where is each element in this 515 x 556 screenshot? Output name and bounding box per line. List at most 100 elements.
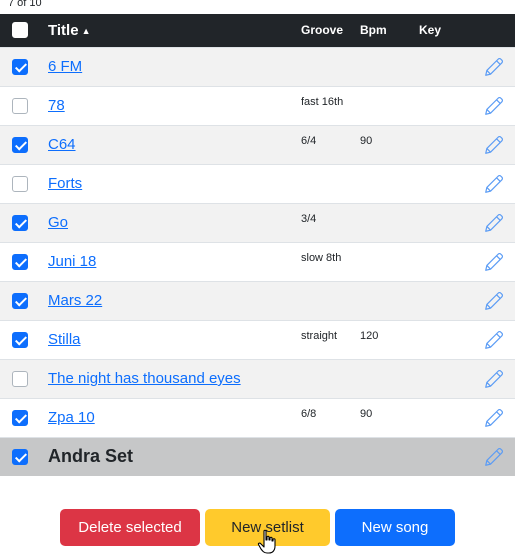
row-groove: straight bbox=[301, 329, 338, 342]
songs-page: 7 of 10 Title ▲ Groove Bpm Key 6 FM 78 fast… bbox=[0, 0, 515, 556]
song-title-link[interactable]: Juni 18 bbox=[48, 253, 96, 270]
row-edit-cell bbox=[473, 203, 515, 242]
row-title-cell: C64 bbox=[40, 125, 293, 164]
row-bpm: 90 bbox=[360, 407, 373, 420]
table-row: C64 6/4 90 bbox=[0, 125, 515, 164]
row-select-cell bbox=[0, 281, 40, 320]
row-key bbox=[411, 86, 473, 125]
set-title: Andra Set bbox=[48, 446, 134, 467]
pencil-icon[interactable] bbox=[483, 173, 505, 195]
pencil-icon[interactable] bbox=[483, 251, 505, 273]
column-header-edit bbox=[473, 14, 515, 47]
row-bpm: 90 bbox=[360, 134, 373, 147]
sort-ascending-icon: ▲ bbox=[81, 25, 91, 36]
row-select-cell bbox=[0, 47, 40, 86]
pencil-icon[interactable] bbox=[483, 329, 505, 351]
row-bpm: 120 bbox=[360, 329, 379, 342]
table-row: Zpa 10 6/8 90 bbox=[0, 398, 515, 437]
table-row: Forts bbox=[0, 164, 515, 203]
select-all-checkbox[interactable] bbox=[12, 22, 28, 39]
table-row: Go 3/4 bbox=[0, 203, 515, 242]
pencil-icon[interactable] bbox=[483, 446, 505, 468]
table-row: Stilla straight 120 bbox=[0, 320, 515, 359]
set-title-cell: Andra Set bbox=[40, 437, 473, 476]
set-select-cell bbox=[0, 437, 40, 476]
new-setlist-button[interactable]: New setlist bbox=[205, 509, 330, 546]
song-title-link[interactable]: 78 bbox=[48, 97, 65, 114]
row-checkbox[interactable] bbox=[12, 215, 28, 232]
row-checkbox[interactable] bbox=[12, 254, 28, 271]
songs-table: Title ▲ Groove Bpm Key 6 FM 78 fast 16th C64… bbox=[0, 14, 515, 476]
row-title-cell: The night has thousand eyes bbox=[40, 359, 293, 398]
row-select-cell bbox=[0, 398, 40, 437]
row-groove bbox=[293, 47, 352, 86]
row-groove bbox=[293, 164, 352, 203]
row-edit-cell bbox=[473, 47, 515, 86]
row-title-cell: 6 FM bbox=[40, 47, 293, 86]
row-edit-cell bbox=[473, 398, 515, 437]
song-title-link[interactable]: 6 FM bbox=[48, 58, 82, 75]
table-row: 78 fast 16th bbox=[0, 86, 515, 125]
pencil-icon[interactable] bbox=[483, 290, 505, 312]
row-bpm bbox=[352, 359, 411, 398]
row-title-cell: Stilla bbox=[40, 320, 293, 359]
row-select-cell bbox=[0, 86, 40, 125]
set-checkbox[interactable] bbox=[12, 449, 28, 466]
row-edit-cell bbox=[473, 86, 515, 125]
row-bpm bbox=[352, 47, 411, 86]
pencil-icon[interactable] bbox=[483, 56, 505, 78]
row-checkbox[interactable] bbox=[12, 137, 28, 154]
row-edit-cell bbox=[473, 125, 515, 164]
column-header-title-label: Title bbox=[48, 21, 79, 39]
row-edit-cell bbox=[473, 164, 515, 203]
row-bpm bbox=[352, 86, 411, 125]
column-header-title[interactable]: Title ▲ bbox=[40, 14, 293, 47]
pencil-icon[interactable] bbox=[483, 407, 505, 429]
row-key bbox=[411, 47, 473, 86]
song-title-link[interactable]: Go bbox=[48, 214, 68, 231]
row-select-cell bbox=[0, 320, 40, 359]
row-checkbox[interactable] bbox=[12, 332, 28, 349]
set-row: Andra Set bbox=[0, 437, 515, 476]
row-checkbox[interactable] bbox=[12, 59, 28, 76]
row-title-cell: 78 bbox=[40, 86, 293, 125]
selected-count: 7 of 10 bbox=[8, 0, 42, 9]
row-key bbox=[411, 164, 473, 203]
row-checkbox[interactable] bbox=[12, 410, 28, 427]
song-title-link[interactable]: Zpa 10 bbox=[48, 409, 95, 426]
row-groove: fast 16th bbox=[301, 95, 344, 108]
row-select-cell bbox=[0, 242, 40, 281]
song-title-link[interactable]: The night has thousand eyes bbox=[48, 370, 241, 387]
song-title-link[interactable]: Mars 22 bbox=[48, 292, 102, 309]
pencil-icon[interactable] bbox=[483, 95, 505, 117]
column-header-bpm[interactable]: Bpm bbox=[352, 14, 411, 47]
row-checkbox[interactable] bbox=[12, 176, 28, 193]
row-checkbox[interactable] bbox=[12, 293, 28, 310]
row-select-cell bbox=[0, 203, 40, 242]
table-row: 6 FM bbox=[0, 47, 515, 86]
song-title-link[interactable]: Forts bbox=[48, 175, 82, 192]
row-bpm bbox=[352, 242, 411, 281]
song-title-link[interactable]: C64 bbox=[48, 136, 76, 153]
pencil-icon[interactable] bbox=[483, 212, 505, 234]
column-header-groove[interactable]: Groove bbox=[293, 14, 352, 47]
row-checkbox[interactable] bbox=[12, 371, 28, 388]
song-title-link[interactable]: Stilla bbox=[48, 331, 81, 348]
row-key bbox=[411, 320, 473, 359]
row-key bbox=[411, 125, 473, 164]
pencil-icon[interactable] bbox=[483, 368, 505, 390]
row-checkbox[interactable] bbox=[12, 98, 28, 115]
new-song-button[interactable]: New song bbox=[335, 509, 455, 546]
pencil-icon[interactable] bbox=[483, 134, 505, 156]
row-select-cell bbox=[0, 125, 40, 164]
row-title-cell: Juni 18 bbox=[40, 242, 293, 281]
row-bpm bbox=[352, 164, 411, 203]
table-row: Mars 22 bbox=[0, 281, 515, 320]
row-title-cell: Forts bbox=[40, 164, 293, 203]
delete-selected-button[interactable]: Delete selected bbox=[60, 509, 200, 546]
row-key bbox=[411, 203, 473, 242]
row-select-cell bbox=[0, 359, 40, 398]
row-key bbox=[411, 281, 473, 320]
column-header-key[interactable]: Key bbox=[411, 14, 473, 47]
row-groove: slow 8th bbox=[301, 251, 342, 264]
